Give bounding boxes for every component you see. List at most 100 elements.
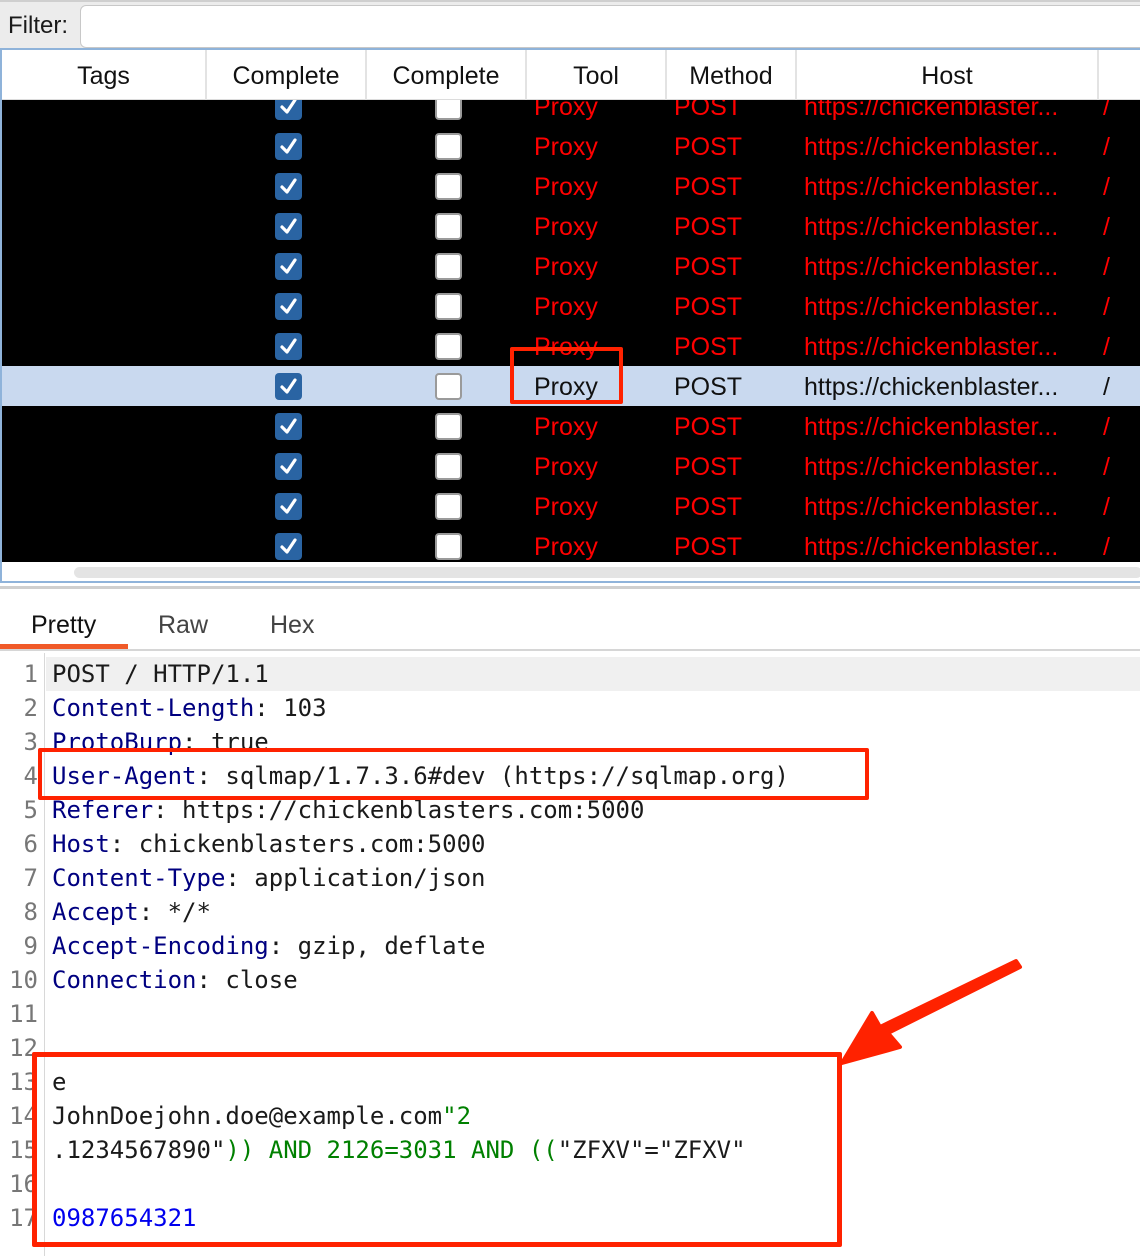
code-token: POST / HTTP/1.1 bbox=[52, 660, 269, 688]
method-cell: POST bbox=[674, 100, 743, 121]
complete-checkbox[interactable] bbox=[275, 413, 302, 440]
line-content: Accept: */* bbox=[52, 895, 211, 929]
tab-pretty[interactable]: Pretty bbox=[31, 611, 96, 640]
column-header-complete-2[interactable]: Complete bbox=[367, 50, 527, 100]
complete-checkbox[interactable] bbox=[275, 253, 302, 280]
code-token: Connection bbox=[52, 966, 197, 994]
table-row[interactable]: Proxy POST https://chickenblaster... / bbox=[2, 486, 1140, 526]
complete-checkbox-2[interactable] bbox=[435, 213, 462, 240]
table-row[interactable]: Proxy POST https://chickenblaster... / bbox=[2, 100, 1140, 126]
tab-hex[interactable]: Hex bbox=[270, 611, 314, 640]
line-content: Content-Length: 103 bbox=[52, 691, 327, 725]
table-row[interactable]: Proxy POST https://chickenblaster... / bbox=[2, 526, 1140, 562]
url-cell: / bbox=[1103, 100, 1110, 121]
complete-checkbox[interactable] bbox=[275, 100, 302, 120]
code-token: : */* bbox=[138, 898, 211, 926]
url-cell: / bbox=[1103, 373, 1110, 401]
column-header-method[interactable]: Method bbox=[667, 50, 797, 100]
annotation-box-user-agent bbox=[38, 748, 869, 800]
complete-checkbox-2[interactable] bbox=[435, 333, 462, 360]
complete-checkbox[interactable] bbox=[275, 333, 302, 360]
tool-cell: Proxy bbox=[534, 293, 598, 321]
line-content: Host: chickenblasters.com:5000 bbox=[52, 827, 485, 861]
line-number: 7 bbox=[23, 864, 38, 892]
column-header-tool[interactable]: Tool bbox=[527, 50, 667, 100]
line-number: 10 bbox=[9, 966, 38, 994]
code-token: Referer bbox=[52, 796, 154, 824]
url-cell: / bbox=[1103, 253, 1110, 281]
column-header-host[interactable]: Host bbox=[797, 50, 1099, 100]
host-cell: https://chickenblaster... bbox=[804, 133, 1059, 161]
url-cell: / bbox=[1103, 133, 1110, 161]
table-row[interactable]: Proxy POST https://chickenblaster... / bbox=[2, 286, 1140, 326]
code-token: Accept bbox=[52, 898, 139, 926]
complete-checkbox[interactable] bbox=[275, 293, 302, 320]
horizontal-scrollbar[interactable] bbox=[74, 567, 1140, 578]
complete-checkbox-2[interactable] bbox=[435, 373, 462, 400]
tab-raw[interactable]: Raw bbox=[158, 611, 208, 640]
filter-label: Filter: bbox=[8, 12, 68, 39]
url-cell: / bbox=[1103, 213, 1110, 241]
split-pane-divider[interactable] bbox=[0, 586, 1140, 589]
tool-cell: Proxy bbox=[534, 493, 598, 521]
complete-checkbox-2[interactable] bbox=[435, 133, 462, 160]
host-cell: https://chickenblaster... bbox=[804, 100, 1059, 121]
complete-checkbox-2[interactable] bbox=[435, 100, 462, 120]
complete-checkbox[interactable] bbox=[275, 533, 302, 560]
editor-line: 1 POST / HTTP/1.1 bbox=[24, 657, 1140, 691]
method-cell: POST bbox=[674, 533, 743, 561]
complete-checkbox[interactable] bbox=[275, 173, 302, 200]
complete-checkbox-2[interactable] bbox=[435, 253, 462, 280]
line-number: 3 bbox=[23, 728, 38, 756]
complete-checkbox-2[interactable] bbox=[435, 533, 462, 560]
method-cell: POST bbox=[674, 253, 743, 281]
tool-cell: Proxy bbox=[534, 533, 598, 561]
active-tab-indicator bbox=[0, 644, 128, 649]
table-row[interactable]: Proxy POST https://chickenblaster... / bbox=[2, 126, 1140, 166]
tool-cell: Proxy bbox=[534, 173, 598, 201]
line-number: 6 bbox=[23, 830, 38, 858]
table-row[interactable]: Proxy POST https://chickenblaster... / bbox=[2, 406, 1140, 446]
host-cell: https://chickenblaster... bbox=[804, 453, 1059, 481]
method-cell: POST bbox=[674, 373, 743, 401]
complete-checkbox-2[interactable] bbox=[435, 493, 462, 520]
table-row[interactable]: Proxy POST https://chickenblaster... / bbox=[2, 446, 1140, 486]
filter-input[interactable] bbox=[80, 5, 1140, 48]
complete-checkbox[interactable] bbox=[275, 213, 302, 240]
host-cell: https://chickenblaster... bbox=[804, 373, 1059, 401]
method-cell: POST bbox=[674, 173, 743, 201]
host-cell: https://chickenblaster... bbox=[804, 293, 1059, 321]
code-token: : chickenblasters.com:5000 bbox=[109, 830, 486, 858]
host-cell: https://chickenblaster... bbox=[804, 333, 1059, 361]
method-cell: POST bbox=[674, 493, 743, 521]
complete-checkbox-2[interactable] bbox=[435, 453, 462, 480]
complete-checkbox-2[interactable] bbox=[435, 413, 462, 440]
tool-cell: Proxy bbox=[534, 413, 598, 441]
column-header-url[interactable] bbox=[1099, 50, 1140, 100]
column-header-complete-1[interactable]: Complete bbox=[207, 50, 367, 100]
filter-bar: Filter: bbox=[0, 0, 1140, 50]
editor-line: 7 Content-Type: application/json bbox=[0, 861, 1140, 895]
annotation-arrow-icon bbox=[840, 959, 1022, 1065]
line-number: 4 bbox=[23, 762, 38, 790]
line-content: Connection: close bbox=[52, 963, 298, 997]
column-header-tags[interactable]: Tags bbox=[2, 50, 207, 100]
http-history-table: Tags Complete Complete Tool Method Host … bbox=[0, 48, 1140, 583]
complete-checkbox[interactable] bbox=[275, 373, 302, 400]
complete-checkbox-2[interactable] bbox=[435, 293, 462, 320]
complete-checkbox[interactable] bbox=[275, 493, 302, 520]
code-token: : 103 bbox=[254, 694, 327, 722]
table-row[interactable]: Proxy POST https://chickenblaster... / bbox=[2, 246, 1140, 286]
table-row[interactable]: Proxy POST https://chickenblaster... / bbox=[2, 166, 1140, 206]
editor-line: 6 Host: chickenblasters.com:5000 bbox=[0, 827, 1140, 861]
method-cell: POST bbox=[674, 293, 743, 321]
complete-checkbox-2[interactable] bbox=[435, 173, 462, 200]
line-number: 2 bbox=[23, 694, 38, 722]
method-cell: POST bbox=[674, 213, 743, 241]
table-row[interactable]: Proxy POST https://chickenblaster... / bbox=[2, 206, 1140, 246]
complete-checkbox[interactable] bbox=[275, 453, 302, 480]
code-token: Host bbox=[52, 830, 110, 858]
complete-checkbox[interactable] bbox=[275, 133, 302, 160]
url-cell: / bbox=[1103, 173, 1110, 201]
method-cell: POST bbox=[674, 133, 743, 161]
